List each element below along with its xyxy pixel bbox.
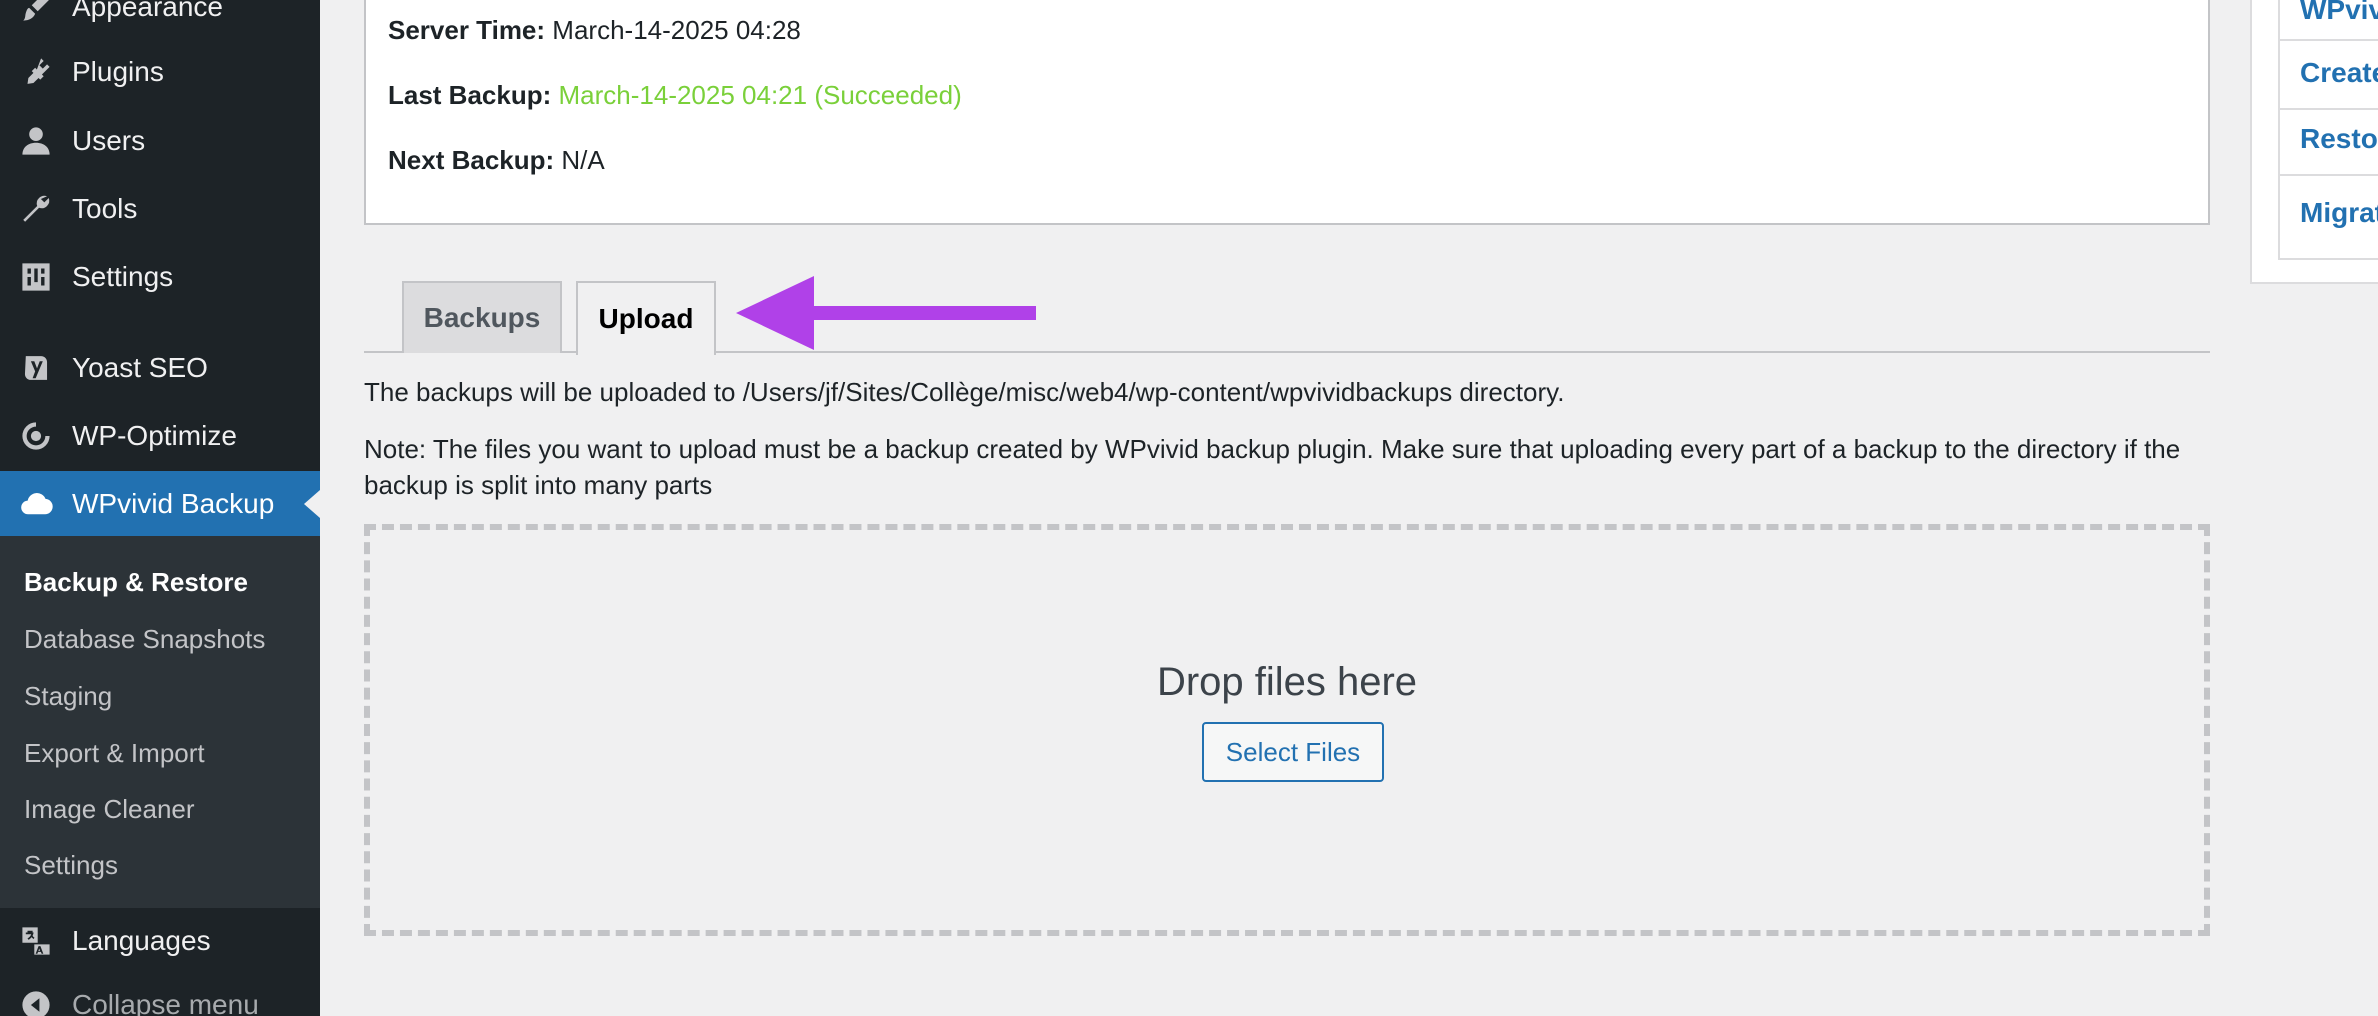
collapse-icon bbox=[16, 985, 56, 1016]
server-time-value: March-14-2025 04:28 bbox=[552, 15, 801, 45]
translation-icon bbox=[16, 921, 56, 961]
menu-item-label: WPvivid Backup bbox=[72, 488, 275, 519]
link-wpvivid[interactable]: WPvivid bbox=[2300, 0, 2378, 26]
upload-directory-info: The backups will be uploaded to /Users/j… bbox=[364, 377, 1565, 407]
menu-item-users[interactable]: Users bbox=[0, 108, 320, 174]
submenu-image-cleaner[interactable]: Image Cleaner bbox=[24, 794, 195, 825]
user-icon bbox=[16, 121, 56, 161]
server-time-line: Server Time: March-14-2025 04:28 bbox=[388, 15, 801, 46]
menu-item-tools[interactable]: Tools bbox=[0, 176, 320, 242]
wrench-icon bbox=[16, 189, 56, 229]
last-backup-value: March-14-2025 04:21 (Succeeded) bbox=[558, 80, 962, 110]
menu-item-appearance[interactable]: Appearance bbox=[0, 0, 320, 40]
menu-item-label: Collapse menu bbox=[72, 989, 259, 1016]
submenu-staging[interactable]: Staging bbox=[24, 681, 112, 712]
backup-status-box: Server Time: March-14-2025 04:28 Last Ba… bbox=[364, 0, 2210, 225]
menu-item-wp-optimize[interactable]: WP-Optimize bbox=[0, 403, 320, 469]
divider bbox=[2280, 108, 2378, 110]
submenu-settings[interactable]: Settings bbox=[24, 850, 118, 881]
collapse-menu-button[interactable]: Collapse menu bbox=[0, 972, 320, 1016]
menu-item-label: Yoast SEO bbox=[72, 352, 208, 383]
submenu-backup-restore[interactable]: Backup & Restore bbox=[24, 567, 248, 598]
next-backup-value: N/A bbox=[561, 145, 605, 175]
menu-item-label: Users bbox=[72, 125, 146, 156]
plugin-icon bbox=[16, 52, 56, 92]
upload-note: Note: The files you want to upload must … bbox=[364, 434, 2181, 500]
menu-item-label: WP-Optimize bbox=[72, 420, 237, 451]
server-time-label: Server Time: bbox=[388, 15, 546, 45]
divider bbox=[2280, 174, 2378, 176]
admin-sidebar: Appearance Plugins Users Tools Settings … bbox=[0, 0, 320, 1016]
select-files-button[interactable]: Select Files bbox=[1202, 722, 1384, 782]
menu-item-label: Plugins bbox=[72, 56, 164, 87]
settings-icon bbox=[16, 257, 56, 297]
wpvivid-submenu: Backup & Restore Database Snapshots Stag… bbox=[0, 536, 320, 908]
right-sidebar-panel: WPvivid Create Restore Migrate bbox=[2250, 0, 2378, 284]
last-backup-line: Last Backup: March-14-2025 04:21 (Succee… bbox=[388, 80, 962, 111]
submenu-database-snapshots[interactable]: Database Snapshots bbox=[24, 624, 265, 655]
tab-backups[interactable]: Backups bbox=[402, 281, 562, 353]
paintbrush-icon bbox=[16, 0, 56, 27]
menu-item-label: Languages bbox=[72, 925, 211, 956]
next-backup-line: Next Backup: N/A bbox=[388, 145, 605, 176]
yoast-icon bbox=[16, 348, 56, 388]
link-restore[interactable]: Restore bbox=[2300, 123, 2378, 155]
drop-files-text: Drop files here bbox=[1156, 660, 1418, 704]
link-create[interactable]: Create bbox=[2300, 57, 2378, 89]
last-backup-label: Last Backup: bbox=[388, 80, 552, 110]
submenu-export-import[interactable]: Export & Import bbox=[24, 738, 205, 769]
menu-item-label: Tools bbox=[72, 193, 138, 224]
link-migrate[interactable]: Migrate bbox=[2300, 197, 2378, 229]
menu-item-label: Appearance bbox=[72, 0, 224, 22]
wp-optimize-icon bbox=[16, 416, 56, 456]
menu-item-wpvivid-backup[interactable]: WPvivid Backup bbox=[0, 471, 320, 537]
menu-item-yoast-seo[interactable]: Yoast SEO bbox=[0, 335, 320, 401]
tab-upload[interactable]: Upload bbox=[576, 281, 716, 355]
menu-item-label: Settings bbox=[72, 261, 174, 292]
cloud-icon bbox=[16, 484, 56, 524]
menu-item-settings[interactable]: Settings bbox=[0, 244, 320, 310]
file-drop-zone[interactable]: Drop files here Select Files bbox=[364, 524, 2210, 936]
pointer-arrow-icon bbox=[736, 276, 1036, 350]
next-backup-label: Next Backup: bbox=[388, 145, 555, 175]
menu-item-plugins[interactable]: Plugins bbox=[0, 39, 320, 105]
divider bbox=[2280, 39, 2378, 41]
menu-item-languages[interactable]: Languages bbox=[0, 908, 320, 974]
quick-links-list: WPvivid Create Restore Migrate bbox=[2278, 0, 2378, 260]
